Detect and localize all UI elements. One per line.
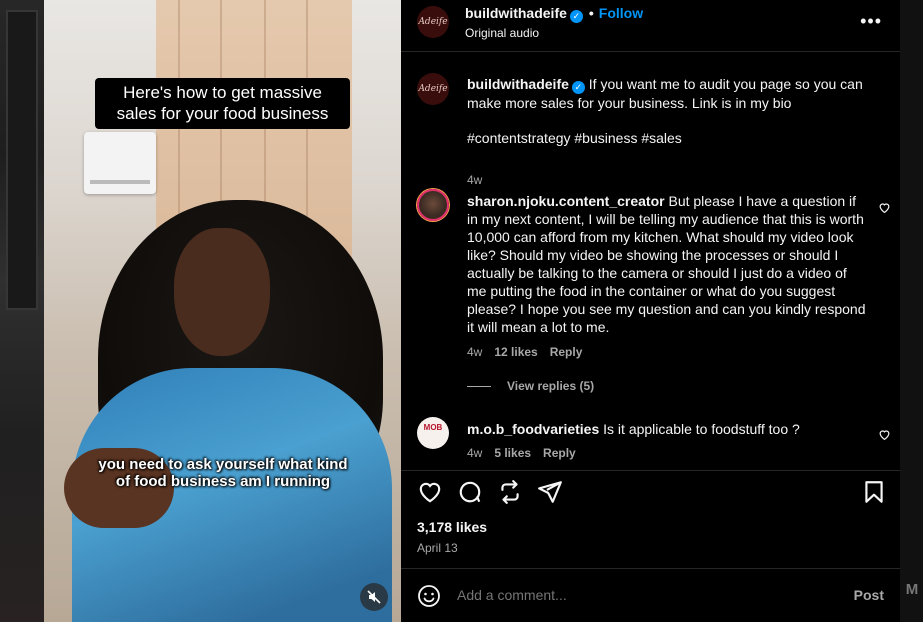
- caption-text: buildwithadeife ✓ If you want me to audit…: [467, 75, 867, 112]
- separator-dot: •: [588, 5, 594, 21]
- comment-text: sharon.njoku.content_creator But please …: [467, 192, 867, 336]
- background-frame: [6, 10, 38, 310]
- comment-meta: 4w 12 likes Reply: [467, 345, 594, 359]
- reply-button[interactable]: Reply: [543, 446, 576, 460]
- comment-input[interactable]: [457, 587, 817, 603]
- post-actions: [401, 470, 900, 510]
- heart-icon: [879, 203, 890, 214]
- comment-body: Is it applicable to foodstuff too ?: [603, 421, 800, 437]
- mute-button[interactable]: [360, 583, 388, 611]
- comment-time: 4w: [467, 446, 483, 460]
- post-date: April 13: [417, 541, 458, 555]
- background-page-content: [0, 0, 44, 622]
- comment-item: MOB m.o.b_foodvarieties Is it applicable…: [417, 417, 892, 461]
- comment-text: m.o.b_foodvarieties Is it applicable to …: [467, 420, 867, 438]
- avatar[interactable]: Adeife: [417, 6, 449, 38]
- paper-plane-icon: [538, 481, 562, 503]
- smiley-icon: [418, 585, 440, 607]
- avatar[interactable]: MOB: [417, 417, 449, 449]
- comments-list[interactable]: Adeife buildwithadeife ✓ If you want me t…: [401, 53, 900, 461]
- repost-icon: [501, 480, 519, 504]
- reply-button[interactable]: Reply: [550, 345, 583, 359]
- comment-meta: 4w 5 likes Reply: [467, 446, 588, 460]
- video-caption-bottom: you need to ask yourself what kind of fo…: [98, 456, 348, 490]
- reel-video[interactable]: Here's how to get massive sales for your…: [44, 0, 401, 622]
- video-person-face: [174, 228, 270, 356]
- more-options-icon[interactable]: •••: [860, 11, 882, 31]
- comment-like-button[interactable]: [878, 201, 892, 215]
- repost-button[interactable]: [497, 479, 523, 505]
- comment-username[interactable]: sharon.njoku.content_creator: [467, 193, 665, 209]
- comment-like-button[interactable]: [878, 428, 892, 442]
- replies-divider: [467, 386, 491, 387]
- post-caption: Adeife buildwithadeife ✓ If you want me t…: [417, 73, 892, 187]
- share-button[interactable]: [537, 479, 563, 505]
- muted-speaker-icon: [367, 590, 381, 604]
- caption-hashtags[interactable]: #contentstrategy #business #sales: [467, 129, 867, 147]
- verified-badge-icon: ✓: [571, 81, 585, 94]
- post-info-panel: Adeife buildwithadeife ✓ • Follow Original …: [401, 0, 900, 622]
- save-button[interactable]: [861, 479, 887, 505]
- comment-button[interactable]: [457, 479, 483, 505]
- video-caption-top: Here's how to get massive sales for your…: [95, 78, 350, 129]
- like-button[interactable]: [417, 479, 443, 505]
- view-replies-button[interactable]: View replies (5): [467, 379, 594, 393]
- comment-icon: [459, 481, 481, 503]
- verified-badge-icon: ✓: [569, 10, 583, 23]
- comment-likes[interactable]: 5 likes: [494, 446, 531, 460]
- comment-time: 4w: [467, 345, 483, 359]
- background-letter: M: [905, 581, 919, 598]
- video-air-conditioner: [84, 132, 156, 194]
- heart-icon: [879, 430, 890, 441]
- emoji-button[interactable]: [417, 584, 441, 608]
- comment-username[interactable]: m.o.b_foodvarieties: [467, 421, 599, 437]
- post-author: buildwithadeife ✓ • Follow: [465, 5, 643, 23]
- avatar[interactable]: [417, 189, 449, 221]
- caption-username[interactable]: buildwithadeife: [467, 76, 569, 92]
- comment-likes[interactable]: 12 likes: [494, 345, 537, 359]
- comment-item: sharon.njoku.content_creator But please …: [417, 189, 892, 404]
- author-username[interactable]: buildwithadeife: [465, 5, 567, 21]
- audio-link[interactable]: Original audio: [465, 26, 539, 40]
- bookmark-icon: [865, 481, 883, 503]
- post-button[interactable]: Post: [854, 587, 884, 603]
- view-replies-label: View replies (5): [507, 379, 595, 393]
- comment-composer: Post: [401, 568, 900, 622]
- avatar[interactable]: Adeife: [417, 73, 449, 105]
- heart-icon: [419, 482, 441, 503]
- likes-count[interactable]: 3,178 likes: [417, 519, 487, 535]
- follow-button[interactable]: Follow: [599, 5, 643, 21]
- post-header: Adeife buildwithadeife ✓ • Follow Original …: [401, 0, 900, 52]
- caption-time: 4w: [467, 173, 483, 187]
- comment-body: But please I have a question if in my ne…: [467, 193, 866, 335]
